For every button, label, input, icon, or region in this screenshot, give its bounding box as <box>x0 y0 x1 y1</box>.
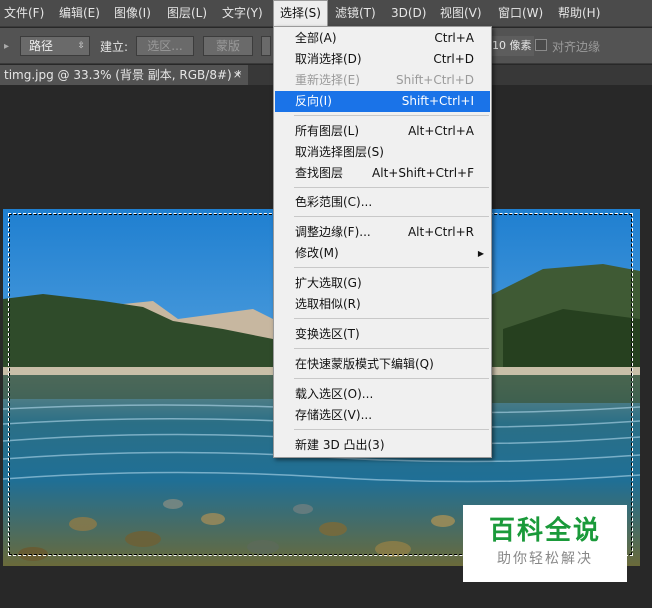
menu-item-shortcut: Ctrl+A <box>434 31 474 45</box>
menu-item-label: 色彩范围(C)... <box>295 195 373 209</box>
menu-item-find-layers[interactable]: 查找图层 Alt+Shift+Ctrl+F <box>275 163 490 184</box>
document-tab-title: timg.jpg @ 33.3% (背景 副本, RGB/8#) * <box>4 68 242 82</box>
path-mode-value: 路径 <box>29 39 54 53</box>
menu-3d[interactable]: 3D(D) <box>391 0 426 27</box>
path-mode-select[interactable]: 路径 ⇳ <box>20 36 90 56</box>
menu-item-label: 取消选择(D) <box>295 52 362 66</box>
menu-item-label: 载入选区(O)... <box>295 387 374 401</box>
menu-item-label: 修改(M) <box>295 246 339 260</box>
menu-item-shortcut: Shift+Ctrl+D <box>396 73 474 87</box>
menu-divider <box>294 216 489 217</box>
menu-image[interactable]: 图像(I) <box>114 0 151 27</box>
watermark-title: 百科全说 <box>488 516 601 546</box>
menu-item-save-selection[interactable]: 存储选区(V)... <box>275 405 490 426</box>
make-mask-button[interactable]: 蒙版 <box>203 36 253 56</box>
menu-layer[interactable]: 图层(L) <box>167 0 207 27</box>
menu-item-inverse[interactable]: 反向(I) Shift+Ctrl+I <box>275 91 490 112</box>
menu-item-reselect: 重新选择(E) Shift+Ctrl+D <box>275 70 490 91</box>
menu-item-deselect-layers[interactable]: 取消选择图层(S) <box>275 142 490 163</box>
align-edges-label: 对齐边缘 <box>552 40 601 54</box>
close-icon[interactable]: × <box>233 65 242 85</box>
menu-item-new-3d-extrusion[interactable]: 新建 3D 凸出(3) <box>275 435 490 456</box>
menu-item-label: 存储选区(V)... <box>295 408 373 422</box>
watermark-subtitle: 助你轻松解决 <box>497 551 593 567</box>
menu-item-deselect[interactable]: 取消选择(D) Ctrl+D <box>275 49 490 70</box>
menu-divider <box>294 115 489 116</box>
menu-item-label: 反向(I) <box>295 94 332 108</box>
menu-divider <box>294 348 489 349</box>
menu-item-label: 在快速蒙版模式下编辑(Q) <box>295 357 434 371</box>
menu-item-color-range[interactable]: 色彩范围(C)... <box>275 192 490 213</box>
menu-item-shortcut: Alt+Shift+Ctrl+F <box>372 166 474 180</box>
menu-item-label: 选取相似(R) <box>295 297 361 311</box>
menu-view[interactable]: 视图(V) <box>440 0 482 27</box>
menu-select[interactable]: 选择(S) <box>273 0 328 27</box>
menu-file[interactable]: 文件(F) <box>4 0 44 27</box>
feather-px-field[interactable]: 10 像素 <box>490 36 534 56</box>
grip-icon: ▸ <box>4 41 10 52</box>
menu-item-quick-mask[interactable]: 在快速蒙版模式下编辑(Q) <box>275 354 490 375</box>
select-menu-dropdown: 全部(A) Ctrl+A 取消选择(D) Ctrl+D 重新选择(E) Shif… <box>273 26 492 458</box>
menu-item-label: 查找图层 <box>295 166 344 180</box>
menu-item-shortcut: Alt+Ctrl+A <box>408 124 474 138</box>
make-selection-button[interactable]: 选区... <box>136 36 194 56</box>
menu-item-refine-edge[interactable]: 调整边缘(F)... Alt+Ctrl+R <box>275 222 490 243</box>
menu-item-shortcut: Ctrl+D <box>433 52 474 66</box>
menu-item-grow[interactable]: 扩大选取(G) <box>275 273 490 294</box>
menu-item-label: 全部(A) <box>295 31 337 45</box>
menu-item-label: 所有图层(L) <box>295 124 360 138</box>
menubar: 文件(F) 编辑(E) 图像(I) 图层(L) 文字(Y) 选择(S) 滤镜(T… <box>0 0 652 27</box>
menu-type[interactable]: 文字(Y) <box>222 0 263 27</box>
menu-item-shortcut: Shift+Ctrl+I <box>401 94 474 108</box>
menu-divider <box>294 267 489 268</box>
menu-item-label: 调整边缘(F)... <box>295 225 371 239</box>
menu-item-similar[interactable]: 选取相似(R) <box>275 294 490 315</box>
menu-divider <box>294 187 489 188</box>
menu-item-label: 新建 3D 凸出(3) <box>295 438 385 452</box>
menu-item-transform-selection[interactable]: 变换选区(T) <box>275 324 490 345</box>
document-tab[interactable]: timg.jpg @ 33.3% (背景 副本, RGB/8#) * × <box>0 65 248 85</box>
menu-window[interactable]: 窗口(W) <box>498 0 543 27</box>
make-shape-button[interactable] <box>261 36 271 56</box>
menu-item-all[interactable]: 全部(A) Ctrl+A <box>275 28 490 49</box>
make-label: 建立: <box>100 40 129 54</box>
submenu-arrow-icon: ▶ <box>477 249 484 258</box>
menu-item-label: 重新选择(E) <box>295 73 360 87</box>
menu-filter[interactable]: 滤镜(T) <box>335 0 376 27</box>
menu-item-label: 变换选区(T) <box>295 327 360 341</box>
align-edges-checkbox[interactable] <box>535 39 547 51</box>
menu-divider <box>294 318 489 319</box>
menu-item-modify[interactable]: 修改(M) ▶ <box>275 243 490 264</box>
menu-item-label: 取消选择图层(S) <box>295 145 384 159</box>
menu-divider <box>294 429 489 430</box>
menu-edit[interactable]: 编辑(E) <box>59 0 100 27</box>
watermark-logo: 百科全说 助你轻松解决 <box>463 505 627 582</box>
menu-item-shortcut: Alt+Ctrl+R <box>407 225 474 239</box>
menu-help[interactable]: 帮助(H) <box>558 0 600 27</box>
menu-divider <box>294 378 489 379</box>
menu-item-label: 扩大选取(G) <box>295 276 362 290</box>
menu-item-all-layers[interactable]: 所有图层(L) Alt+Ctrl+A <box>275 121 490 142</box>
updown-icon: ⇳ <box>77 41 85 51</box>
menu-item-load-selection[interactable]: 载入选区(O)... <box>275 384 490 405</box>
